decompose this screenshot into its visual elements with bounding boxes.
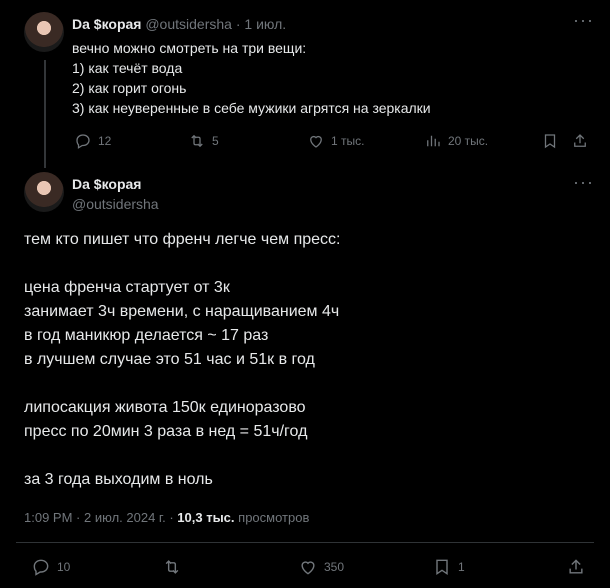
separator: ·	[76, 510, 81, 525]
reply-count: 10	[57, 560, 71, 574]
analytics-icon	[427, 135, 440, 147]
tweet-line: пресс по 20мин 3 раза в нед = 51ч/год	[24, 423, 308, 440]
display-name[interactable]: Da $корая	[72, 16, 141, 32]
thread-line	[44, 60, 46, 168]
tweet-header: Da $корая @outsidersha · 1 июл.	[72, 16, 286, 32]
divider	[16, 542, 594, 543]
share-icon	[569, 559, 583, 574]
bookmark-icon	[544, 134, 556, 149]
repost-button[interactable]	[162, 557, 182, 577]
separator: ·	[169, 510, 174, 525]
separator: ·	[235, 16, 241, 32]
views-label: просмотров	[238, 510, 310, 525]
tweet-line: в лучшем случае это 51 час и 51к в год	[24, 351, 315, 368]
reply-button[interactable]: 12	[74, 132, 111, 150]
tweet-line: цена френча стартует от 3к	[24, 279, 230, 296]
bookmark-button[interactable]: 1	[432, 557, 465, 577]
tweet-text: вечно можно смотреть на три вещи: 1) как…	[72, 38, 431, 118]
tweet-line: вечно можно смотреть на три вещи:	[72, 40, 307, 56]
tweet-date[interactable]: 2 июл. 2024 г.	[84, 510, 166, 525]
bookmark-button[interactable]	[541, 132, 559, 150]
tweet-line	[24, 252, 584, 276]
repost-icon	[165, 560, 179, 574]
tweet-line: 3) как неуверенные в себе мужики агрятся…	[72, 100, 431, 116]
views-button[interactable]: 20 тыс.	[424, 132, 488, 150]
tweet-date[interactable]: 1 июл.	[244, 16, 286, 32]
tweet-line	[24, 444, 584, 468]
tweet-line: липосакция живота 150к единоразово	[24, 399, 306, 416]
bookmark-count: 1	[458, 560, 465, 574]
reply-icon	[76, 134, 90, 149]
share-button[interactable]	[566, 557, 586, 577]
tweet-line: тем кто пишет что френч легче чем пресс:	[24, 231, 341, 248]
tweet-text: тем кто пишет что френч легче чем пресс:…	[24, 228, 584, 492]
repost-icon	[191, 134, 203, 148]
views-count: 20 тыс.	[448, 134, 489, 148]
handle[interactable]: @outsidersha	[72, 196, 159, 212]
tweet-line: 2) как горит огонь	[72, 80, 187, 96]
reply-button[interactable]: 10	[31, 557, 70, 577]
repost-count: 5	[212, 134, 219, 148]
like-count: 350	[324, 560, 345, 574]
like-button[interactable]: 350	[298, 557, 344, 577]
heart-icon	[301, 561, 315, 575]
share-icon	[574, 134, 586, 147]
avatar[interactable]	[24, 12, 64, 52]
bookmark-icon	[436, 559, 448, 575]
like-button[interactable]: 1 тыс.	[307, 132, 364, 150]
more-dots-icon[interactable]: ···	[573, 172, 594, 193]
tweet-line: 1) как течёт вода	[72, 60, 183, 76]
display-name[interactable]: Da $корая	[72, 176, 141, 192]
like-count: 1 тыс.	[331, 134, 365, 148]
heart-icon	[310, 135, 322, 148]
tweet-line	[24, 372, 584, 396]
more-dots-icon[interactable]: ···	[573, 10, 594, 31]
reply-count: 12	[98, 134, 112, 148]
tweet-meta: 1:09 PM · 2 июл. 2024 г. · 10,3 тыс. про…	[24, 510, 309, 525]
repost-button[interactable]: 5	[188, 132, 219, 150]
tweet-line: за 3 года выходим в ноль	[24, 471, 213, 488]
share-button[interactable]	[571, 132, 589, 150]
reply-icon	[33, 559, 49, 576]
views-count: 10,3 тыс.	[177, 510, 235, 525]
tweet-line: в год маникюр делается ~ 17 раз	[24, 327, 269, 344]
tweet-time[interactable]: 1:09 PM	[24, 510, 72, 525]
avatar[interactable]	[24, 172, 64, 212]
handle[interactable]: @outsidersha	[145, 16, 232, 32]
tweet-line: занимает 3ч времени, с наращиванием 4ч	[24, 303, 340, 320]
